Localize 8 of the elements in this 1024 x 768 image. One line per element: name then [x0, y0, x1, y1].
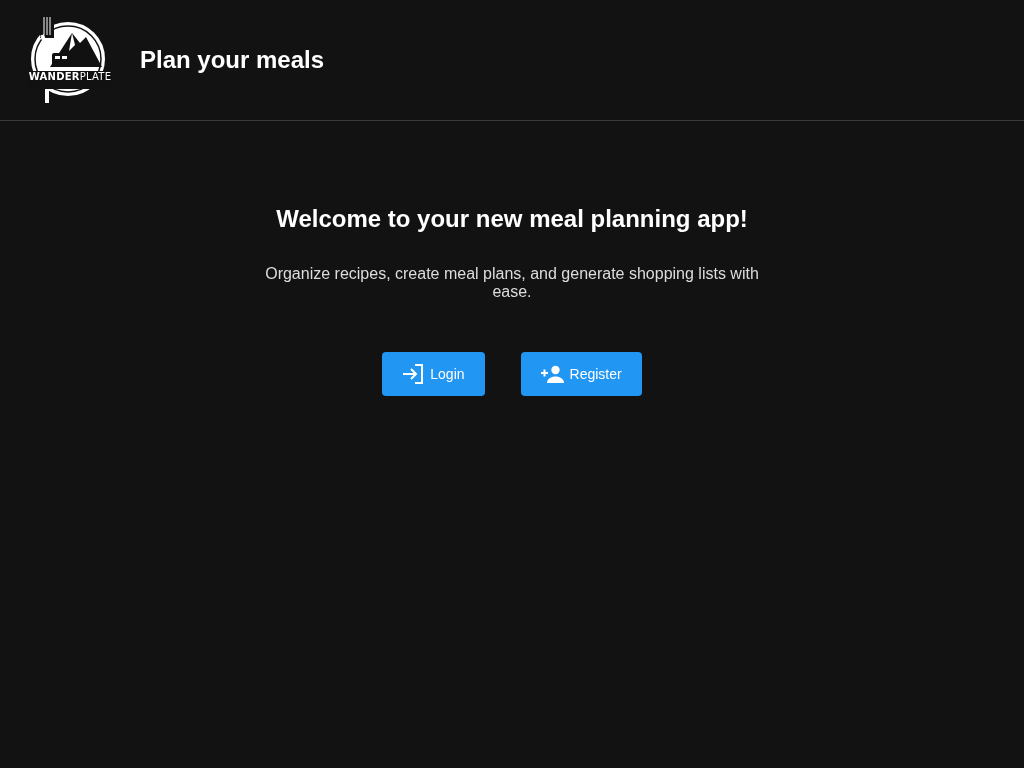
register-button[interactable]: Register — [520, 352, 642, 396]
intro-text: Organize recipes, create meal plans, and generate shopping lists with ease. — [264, 265, 760, 301]
logo-text: WANDERPLATE — [28, 72, 112, 82]
login-icon — [402, 364, 425, 384]
welcome-heading: Welcome to your new meal planning app! — [276, 204, 748, 234]
page-title: Plan your meals — [140, 45, 325, 75]
add-person-icon — [540, 365, 564, 383]
login-button[interactable]: Login — [382, 352, 485, 396]
